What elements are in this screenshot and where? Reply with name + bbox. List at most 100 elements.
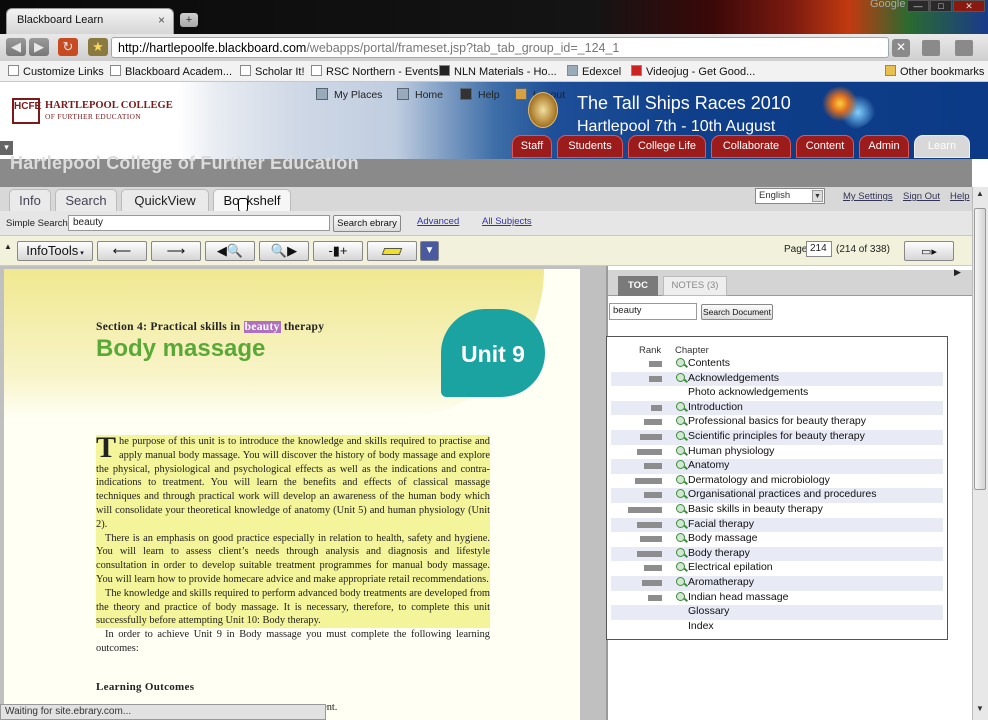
search-hit-icon[interactable] [676,372,685,382]
toc-row[interactable]: Facial therapy [611,517,943,533]
toc-chapter-label[interactable]: Professional basics for beauty therapy [688,415,866,427]
search-hit-icon[interactable] [676,474,685,484]
search-hit-icon[interactable] [676,401,685,411]
tab-toc[interactable]: TOC [618,276,658,296]
bookmark-item[interactable]: Videojug - Get Good... [631,65,755,78]
next-page-button[interactable]: ⟶ [151,241,201,261]
forward-button[interactable]: ▶ [29,38,49,56]
collapse-arrow-icon[interactable]: ▲ [4,242,12,251]
scroll-up-icon[interactable]: ▲ [974,189,986,201]
toc-row[interactable]: Contents [611,357,943,372]
reload-button[interactable]: ↻ [58,38,78,56]
toc-chapter-label[interactable]: Basic skills in beauty therapy [688,503,823,515]
search-hit-icon[interactable] [676,460,685,470]
toc-row[interactable]: Electrical epilation [611,561,943,576]
infotools-button[interactable]: InfoTools ▾ [17,241,93,261]
search-document-button[interactable]: Search Document [701,304,773,320]
toc-chapter-label[interactable]: Body massage [688,532,757,544]
search-hit-icon[interactable] [676,577,685,586]
search-hit-icon[interactable] [676,431,685,440]
address-bar[interactable]: http://hartlepoolfe.blackboard.com/webap… [111,37,889,58]
toc-row[interactable]: Aromatherapy [611,576,943,591]
tab-close-icon[interactable]: × [158,13,165,27]
search-hit-icon[interactable] [676,416,685,426]
other-bookmarks[interactable]: Other bookmarks [885,65,984,78]
search-hit-icon[interactable] [676,358,685,367]
toc-row[interactable]: Dermatology and microbiology [611,474,943,489]
search-hit-icon[interactable] [676,591,685,601]
back-button[interactable]: ◀ [6,38,26,56]
toc-chapter-label[interactable]: Anatomy [688,459,729,471]
menu-toggle-icon[interactable]: ▾ [0,141,13,155]
more-tools-button[interactable]: ▼ [420,241,439,261]
maximize-button[interactable]: □ [930,0,952,12]
toc-row[interactable]: Index [611,620,943,635]
highlight-button[interactable] [367,241,417,261]
toc-chapter-label[interactable]: Acknowledgements [688,372,779,384]
toc-chapter-label[interactable]: Introduction [688,401,743,413]
wrench-menu-icon[interactable] [955,40,973,56]
tab-quickview[interactable]: QuickView [121,189,209,211]
new-tab-button[interactable]: + [180,13,198,27]
my-settings-link[interactable]: My Settings [843,191,893,202]
bookmark-item[interactable]: Scholar It! [240,65,305,78]
toc-row[interactable]: Introduction [611,400,943,416]
bookmark-item[interactable]: Edexcel [567,65,621,78]
sign-out-link[interactable]: Sign Out [903,191,940,202]
bookmark-star-icon[interactable]: ★ [88,38,108,56]
toc-chapter-label[interactable]: Glossary [688,605,729,617]
search-ebrary-button[interactable]: Search ebrary [333,215,401,232]
toc-row[interactable]: Acknowledgements [611,371,943,387]
toc-chapter-label[interactable]: Human physiology [688,445,774,457]
toc-row[interactable]: Professional basics for beauty therapy [611,415,943,430]
toc-row[interactable]: Scientific principles for beauty therapy [611,430,943,445]
toc-chapter-label[interactable]: Scientific principles for beauty therapy [688,430,865,442]
bookmark-item[interactable]: NLN Materials - Ho... [439,65,557,78]
scroll-down-icon[interactable]: ▼ [974,704,986,716]
toc-row[interactable]: Glossary [611,605,943,620]
toc-chapter-label[interactable]: Contents [688,357,730,369]
toc-chapter-label[interactable]: Facial therapy [688,518,754,530]
search-hit-icon[interactable] [676,533,685,543]
toc-chapter-label[interactable]: Dermatology and microbiology [688,474,830,486]
search-hit-icon[interactable] [676,504,685,513]
tab-info[interactable]: Info [9,189,51,211]
search-hit-icon[interactable] [676,445,685,455]
language-select[interactable]: English ▼ [755,188,825,204]
all-subjects-link[interactable]: All Subjects [482,216,532,227]
help-link[interactable]: Help [460,88,500,101]
document-search-input[interactable]: beauty [609,303,697,320]
advanced-search-link[interactable]: Advanced [417,216,459,227]
tab-staff[interactable]: Staff [512,135,552,158]
search-hit-icon[interactable] [676,547,685,557]
toc-row[interactable]: Human physiology [611,445,943,460]
tab-search[interactable]: Search [55,189,117,211]
pane-expand-icon[interactable]: ▶ [954,267,964,277]
toc-row[interactable]: Anatomy [611,459,943,474]
bookmark-item[interactable]: RSC Northern - Events [311,65,438,78]
toc-row[interactable]: Organisational practices and procedures [611,488,943,503]
bookmark-item[interactable]: Blackboard Academ... [110,65,232,78]
my-places-link[interactable]: My Places [316,88,382,101]
toc-chapter-label[interactable]: Indian head massage [688,591,788,603]
page-layout-button[interactable]: -▮+ [313,241,363,261]
bookmark-item[interactable]: Customize Links [8,65,104,78]
simple-search-input[interactable]: beauty [68,215,330,231]
tab-notes[interactable]: NOTES (3) [663,276,727,296]
home-link[interactable]: Home [397,88,443,101]
toc-chapter-label[interactable]: Index [688,620,714,632]
search-hit-icon[interactable] [676,518,685,528]
toc-chapter-label[interactable]: Aromatherapy [688,576,754,588]
tab-content[interactable]: Content [796,135,854,158]
search-hit-icon[interactable] [676,562,685,572]
fit-page-button[interactable]: ▭▸ [904,241,954,261]
minimize-button[interactable]: — [907,0,929,12]
previous-page-button[interactable]: ⟵ [97,241,147,261]
help-link[interactable]: Help [950,191,970,202]
page-number-input[interactable]: 214 [806,241,832,257]
stop-button[interactable]: ✕ [892,39,910,57]
page-menu-icon[interactable] [922,40,940,56]
scroll-thumb[interactable] [974,208,986,490]
tab-bookshelf[interactable]: Bookshelf [213,189,291,211]
toc-row[interactable]: Body therapy [611,546,943,562]
